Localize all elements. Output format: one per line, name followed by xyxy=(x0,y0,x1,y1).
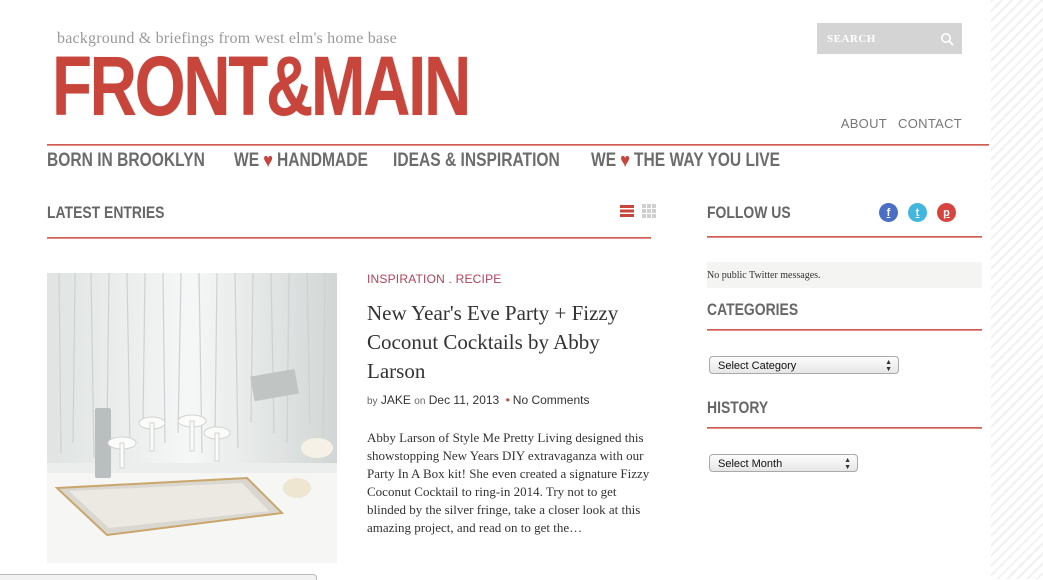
category-select[interactable]: Select Category ▲ ▼ xyxy=(709,356,899,374)
post-meta: by JAKE on Dec 11, 2013 • No Comments xyxy=(367,393,589,407)
site-logo[interactable]: FRONT&MAIN xyxy=(52,44,471,128)
header-divider xyxy=(47,144,989,146)
nav-item-we-love-handmade[interactable]: WE ♥ HANDMADE xyxy=(234,150,368,172)
nav-item-label: IDEAS & INSPIRATION xyxy=(392,150,560,171)
meta-separator-icon: • xyxy=(505,393,510,407)
nav-item-born-in-brooklyn[interactable]: BORN IN BROOKLYN xyxy=(47,150,205,172)
follow-us-title: FOLLOW US xyxy=(707,203,791,222)
categories-divider xyxy=(707,329,982,331)
history-title: HISTORY xyxy=(707,398,769,417)
nav-item-prefix: WE xyxy=(591,150,617,171)
month-select[interactable]: Select Month ▲ ▼ xyxy=(709,454,858,472)
latest-entries-title: LATEST ENTRIES xyxy=(47,203,165,222)
by-label: by xyxy=(367,396,378,407)
author-link[interactable]: JAKE xyxy=(381,393,411,407)
main-nav: BORN IN BROOKLYN WE ♥ HANDMADE IDEAS & I… xyxy=(47,150,794,172)
category-link-recipe[interactable]: RECIPE xyxy=(456,272,502,286)
top-links: ABOUT CONTACT xyxy=(841,116,962,131)
view-toggle xyxy=(620,204,656,218)
category-select-value: Select Category xyxy=(718,359,797,372)
post-title[interactable]: New Year's Eve Party + Fizzy Coconut Coc… xyxy=(367,299,657,386)
search-box[interactable] xyxy=(817,23,962,54)
bottom-scrollbar[interactable] xyxy=(0,574,317,580)
list-view-icon[interactable] xyxy=(620,204,634,218)
about-link[interactable]: ABOUT xyxy=(841,116,887,131)
select-arrows-icon: ▲ ▼ xyxy=(844,456,851,471)
nav-item-label: HANDMADE xyxy=(277,150,369,171)
decorative-stripe-background xyxy=(991,0,1043,579)
nav-item-prefix: WE xyxy=(234,150,260,171)
contact-link[interactable]: CONTACT xyxy=(898,116,962,131)
post-categories: INSPIRATION . RECIPE xyxy=(367,272,502,286)
select-arrows-icon: ▲ ▼ xyxy=(885,358,892,373)
facebook-icon[interactable]: f xyxy=(879,203,898,222)
party-photo-illustration xyxy=(47,273,337,563)
post-excerpt: Abby Larson of Style Me Pretty Living de… xyxy=(367,430,650,535)
category-separator: . xyxy=(445,272,456,286)
heart-icon: ♥ xyxy=(620,150,631,172)
post-date: Dec 11, 2013 xyxy=(428,393,500,407)
pinterest-icon[interactable]: p xyxy=(937,203,956,222)
search-input[interactable] xyxy=(825,31,939,46)
latest-entries-divider xyxy=(47,237,651,239)
twitter-icon[interactable]: t xyxy=(908,203,927,222)
search-icon[interactable] xyxy=(940,32,954,46)
follow-us-divider xyxy=(707,236,982,238)
on-label: on xyxy=(414,396,426,407)
social-icons: f t p xyxy=(879,203,956,222)
heart-icon: ♥ xyxy=(263,150,274,172)
twitter-feed: No public Twitter messages. xyxy=(707,262,982,288)
nav-item-label: THE WAY YOU LIVE xyxy=(634,150,781,171)
category-link-inspiration[interactable]: INSPIRATION xyxy=(367,272,445,286)
categories-title: CATEGORIES xyxy=(707,300,799,319)
month-select-value: Select Month xyxy=(718,457,783,470)
history-divider xyxy=(707,427,982,429)
grid-view-icon[interactable] xyxy=(642,204,656,218)
post-thumbnail[interactable] xyxy=(47,273,337,563)
nav-item-label: BORN IN BROOKLYN xyxy=(47,150,205,171)
nav-item-ideas-inspiration[interactable]: IDEAS & INSPIRATION xyxy=(393,150,560,172)
comments-link[interactable]: No Comments xyxy=(513,393,590,407)
twitter-feed-text: No public Twitter messages. xyxy=(707,270,821,281)
nav-item-we-love-the-way-you-live[interactable]: WE ♥ THE WAY YOU LIVE xyxy=(591,150,780,172)
